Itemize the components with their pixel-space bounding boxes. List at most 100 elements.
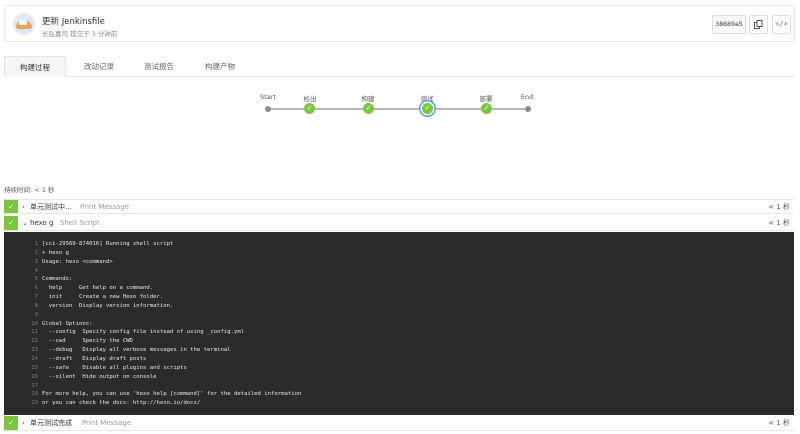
step-description: Shell Script	[60, 219, 100, 227]
tab-changes[interactable]: 改动记录	[68, 56, 130, 77]
console-line: 13 --debug Display all verbose messages …	[4, 346, 794, 355]
stage-build-node[interactable]: ✓	[363, 103, 374, 114]
step-description: Print Message	[80, 203, 130, 211]
line-number: 2	[34, 249, 38, 256]
console-line: 7 init Create a new Hexo folder.	[4, 293, 794, 302]
console-line: 10 Global Options:	[4, 320, 794, 329]
console-line-text: init Create a new Hexo folder.	[42, 294, 164, 301]
check-icon: ✓	[306, 104, 313, 112]
console-line: 17	[4, 382, 794, 391]
console-line: 1 [cci-29569-874016] Running shell script	[4, 240, 794, 249]
step-name: hexo g	[30, 219, 54, 227]
stage-label-end: End	[520, 93, 534, 101]
console-line-text: For more help, you can use 'hexo help [c…	[42, 391, 302, 398]
stage-label-start: Start	[260, 93, 276, 101]
line-number: 15	[31, 364, 38, 371]
tab-build-process[interactable]: 构建过程	[4, 56, 66, 77]
tab-test-report[interactable]: 测试报告	[128, 56, 190, 77]
stage-label-build: 构建	[361, 95, 375, 103]
step-row-expanded[interactable]: ✓ ⌄ hexo g Shell Script < 1 秒	[4, 216, 794, 231]
step-name: 单元测试完成	[30, 419, 72, 427]
commit-title: 更新 Jenkinsfile	[42, 17, 105, 27]
console-output[interactable]: 1 [cci-29569-874016] Running shell script…	[4, 232, 794, 415]
console-line-text: Global Options:	[42, 320, 93, 327]
line-number: 13	[31, 347, 38, 354]
chevron-down-icon[interactable]: ⌄	[22, 216, 28, 231]
stage-test-node[interactable]: ✓	[422, 103, 433, 114]
copy-button[interactable]	[749, 15, 768, 34]
console-line-text: --config Specify config file instead of …	[42, 329, 245, 336]
line-number: 16	[31, 373, 38, 380]
line-number: 17	[31, 382, 38, 389]
console-line: 12 --cwd Specify the CWD	[4, 337, 794, 346]
line-number: 11	[31, 329, 38, 336]
chevron-right-icon[interactable]: ›	[22, 200, 25, 215]
line-number: 1	[34, 241, 38, 247]
console-line-text: Usage: hexo <command>	[42, 258, 113, 265]
stage-end-node	[525, 106, 531, 112]
avatar	[13, 13, 35, 35]
stage-deploy-node[interactable]: ✓	[481, 103, 492, 114]
tab-bar: 构建过程 改动记录 测试报告 构建产物	[4, 56, 795, 77]
line-number: 3	[34, 258, 38, 265]
step-row[interactable]: ✓ › 单元测试完成 Print Message < 1 秒	[4, 416, 794, 431]
console-line-text: --draft Display draft posts	[42, 355, 147, 362]
commit-card: 更新 Jenkinsfile 长弘嘉司 提交于 3 分钟前 38689a5 </…	[4, 5, 795, 42]
step-duration: < 1 秒	[768, 203, 790, 211]
copy-icon	[754, 20, 763, 29]
chevron-right-icon[interactable]: ›	[22, 416, 25, 431]
line-number: 6	[34, 285, 38, 292]
tab-artifacts[interactable]: 构建产物	[189, 56, 251, 77]
line-number: 10	[31, 320, 38, 327]
line-number: 4	[34, 267, 38, 274]
success-check-icon: ✓	[4, 416, 18, 430]
console-line-text: + hexo g	[42, 249, 69, 256]
console-line: 8 version Display version information.	[4, 302, 794, 311]
console-line-text: Commands:	[42, 276, 73, 283]
console-line: 4	[4, 267, 794, 276]
line-number: 14	[31, 355, 38, 362]
success-check-icon: ✓	[4, 200, 18, 213]
console-line: 9	[4, 311, 794, 320]
commit-sha[interactable]: 38689a5	[712, 15, 746, 34]
console-line: 18 For more help, you can use 'hexo help …	[4, 390, 794, 399]
avatar-graphic-highlight	[19, 19, 27, 25]
stage-label-test: 测试	[420, 95, 434, 103]
stage-label-checkout: 检出	[303, 95, 317, 103]
line-number: 18	[31, 391, 38, 398]
line-number: 5	[34, 276, 38, 283]
console-line: 11 --config Specify config file instead …	[4, 328, 794, 337]
console-line: 14 --draft Display draft posts	[4, 355, 794, 364]
step-name: 单元测试中...	[30, 203, 72, 211]
pipeline-graph: Start 检出 ✓ 构建 ✓ 测试 ✓ 部署 ✓ End	[0, 80, 800, 130]
console-line: 15 --safe Disable all plugins and script…	[4, 364, 794, 373]
view-code-button[interactable]: </>	[772, 15, 791, 34]
line-number: 12	[31, 338, 38, 345]
console-line-text: help Get help on a command.	[42, 285, 154, 292]
console-line: 2 + hexo g	[4, 249, 794, 258]
line-number: 19	[31, 400, 38, 407]
console-line: 6 help Get help on a command.	[4, 284, 794, 293]
line-number: 8	[34, 302, 38, 309]
console-line-text: --silent Hide output on console	[42, 373, 157, 380]
console-line: 3 Usage: hexo <command>	[4, 258, 794, 267]
stage-duration: 持续时间: < 1 秒	[4, 186, 55, 194]
console-line: 16 --silent Hide output on console	[4, 373, 794, 382]
console-line-text: --safe Disable all plugins and scripts	[42, 364, 187, 371]
check-icon: ✓	[365, 104, 372, 112]
stage-label-deploy: 部署	[479, 95, 493, 103]
line-number: 7	[34, 294, 38, 301]
console-line-text: [cci-29569-874016] Running shell script	[42, 241, 174, 247]
step-row[interactable]: ✓ › 单元测试中... Print Message < 1 秒	[4, 199, 794, 214]
step-description: Print Message	[82, 419, 132, 427]
console-line-text: --debug Display all verbose messages in …	[42, 347, 231, 354]
stage-checkout-node[interactable]: ✓	[304, 103, 315, 114]
check-icon: ✓	[424, 104, 431, 112]
commit-subtitle: 长弘嘉司 提交于 3 分钟前	[42, 30, 118, 38]
code-icon: </>	[775, 20, 788, 28]
console-line-text: or you can check the docs: http://hexo.i…	[42, 400, 201, 407]
step-duration: < 1 秒	[768, 219, 790, 227]
check-icon: ✓	[483, 104, 490, 112]
console-line-text: --cwd Specify the CWD	[42, 338, 133, 345]
stage-start-node	[265, 106, 271, 112]
